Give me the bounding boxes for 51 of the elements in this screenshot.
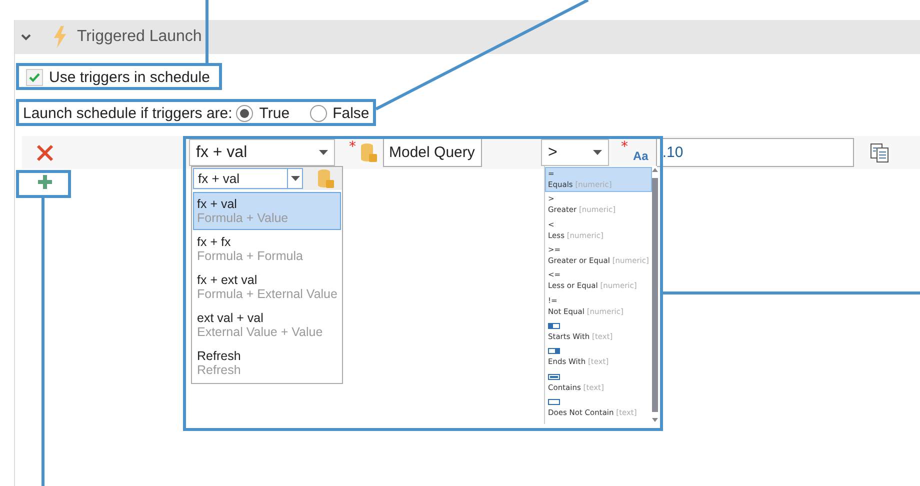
value-field[interactable]: .10 (656, 138, 854, 167)
source-field[interactable]: Model Query (383, 138, 482, 167)
option-description: External Value + Value (197, 325, 324, 339)
database-icon (318, 168, 334, 188)
database-icon (361, 142, 377, 162)
required-marker: * (349, 139, 356, 155)
copy-icon[interactable] (870, 142, 890, 162)
option-description: Formula + Formula (197, 249, 304, 263)
checkmark-icon (29, 72, 40, 82)
callout-frame (16, 170, 71, 198)
dropdown-option[interactable]: ext val + val External Value + Value (193, 306, 341, 344)
text-type-icon: Aa (633, 148, 648, 162)
match-icon (548, 322, 560, 329)
option-title: Refresh (197, 349, 242, 363)
radio-button[interactable] (310, 104, 327, 122)
scrollbar[interactable] (652, 166, 658, 424)
caret-icon (319, 150, 328, 155)
filter-select[interactable]: fx + val (193, 168, 303, 189)
match-icon (548, 374, 560, 380)
dropdown-option[interactable]: fx + ext val Formula + External Value (193, 268, 341, 306)
operator-select[interactable]: > (541, 139, 609, 166)
caret-icon (290, 176, 300, 181)
dropdown-option[interactable]: fx + fx Formula + Formula (193, 230, 341, 268)
chevron-icon[interactable] (21, 34, 31, 40)
radio-group-label: Launch schedule if triggers are: (23, 104, 232, 122)
option-title: fx + ext val (197, 273, 258, 287)
radio-button[interactable] (236, 104, 254, 122)
option-description: Formula + Value (197, 211, 290, 225)
match-icon (548, 398, 560, 405)
delete-icon[interactable] (36, 144, 54, 162)
required-marker: * (621, 139, 628, 155)
checkbox-label: Use triggers in schedule (49, 68, 210, 86)
lightning-icon (53, 26, 67, 48)
radio-label: True (259, 104, 290, 122)
section-header[interactable]: Triggered Launch (15, 20, 920, 54)
radio-label: False (332, 104, 370, 122)
mode-select[interactable]: fx + val (189, 139, 335, 166)
leader-line (206, 0, 208, 63)
checkbox[interactable] (26, 68, 43, 86)
option-title: fx + fx (197, 235, 232, 249)
dropdown-option[interactable]: Refresh Refresh (193, 344, 341, 382)
scroll-down-icon[interactable] (652, 418, 658, 422)
dropdown-option[interactable]: fx + val Formula + Value (193, 192, 341, 230)
section-title: Triggered Launch (77, 28, 202, 46)
option-description: Formula + External Value (197, 287, 337, 301)
option-description: Refresh (197, 363, 242, 377)
option-title: ext val + val (197, 311, 264, 325)
add-icon[interactable] (38, 175, 52, 189)
option-title: fx + val (197, 197, 238, 211)
match-icon (548, 348, 560, 354)
caret-icon (593, 150, 602, 155)
